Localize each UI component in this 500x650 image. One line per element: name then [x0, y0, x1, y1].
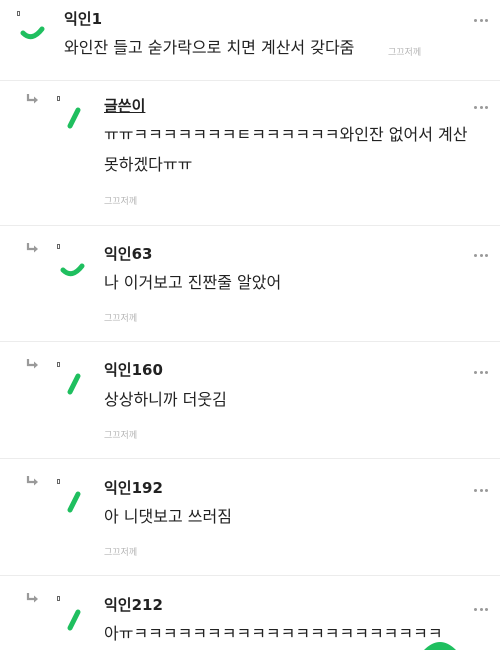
reply-item: 익인160 상상하니까 더웃김 그끄저께: [0, 341, 500, 459]
avatar-icon: [67, 609, 81, 631]
reply-arrow-icon: [26, 476, 38, 486]
comment-timestamp: 그끄저께: [104, 197, 138, 207]
commenter-name[interactable]: 익인1: [64, 8, 102, 29]
comment-timestamp: 그끄저께: [104, 548, 138, 558]
avatar-icon: [20, 26, 45, 40]
avatar-icon: [67, 491, 81, 513]
reply-arrow-icon: [26, 243, 38, 253]
comment-text-line-2: 못하겠다ㅠㅠ: [104, 155, 193, 174]
marker-icon: [57, 362, 60, 367]
avatar-icon: [67, 107, 81, 129]
reply-item: 익인212 아ㅠㅋㅋㅋㅋㅋㅋㅋㅋㅋㅋㅋㅋㅋㅋㅋㅋㅋㅋㅋㅋㅋ: [0, 575, 500, 650]
comment-timestamp: 그끄저께: [104, 314, 138, 324]
reply-item: 익인63 나 이거보고 진짠줄 알았어 그끄저께: [0, 225, 500, 342]
commenter-name[interactable]: 익인63: [104, 243, 152, 264]
comment-text: 아ㅠㅋㅋㅋㅋㅋㅋㅋㅋㅋㅋㅋㅋㅋㅋㅋㅋㅋㅋㅋㅋㅋ: [104, 624, 443, 643]
more-options-icon[interactable]: [474, 607, 488, 611]
avatar-icon: [60, 263, 85, 277]
comment-text: 아 니댓보고 쓰러짐: [104, 507, 232, 526]
commenter-name[interactable]: 글쓴이: [104, 95, 145, 116]
marker-icon: [57, 96, 60, 101]
more-options-icon[interactable]: [474, 105, 488, 109]
avatar-icon: [67, 373, 81, 395]
comment-text: 상상하니까 더웃김: [104, 390, 227, 409]
reply-item: 익인192 아 니댓보고 쓰러짐 그끄저께: [0, 458, 500, 576]
marker-icon: [57, 596, 60, 601]
comment-timestamp: 그끄저께: [388, 48, 422, 58]
more-options-icon[interactable]: [474, 253, 488, 257]
marker-icon: [57, 244, 60, 249]
comment-text-line-1: ㅠㅠㅋㅋㅋㅋㅋㅋㅋㅌㅋㅋㅋㅋㅋㅋ와인잔 없어서 계산: [104, 125, 468, 144]
comment-item: 익인1 와인잔 들고 숟가락으로 치면 계산서 갖다줌 그끄저께: [0, 0, 500, 80]
reply-item: 글쓴이 ㅠㅠㅋㅋㅋㅋㅋㅋㅋㅌㅋㅋㅋㅋㅋㅋ와인잔 없어서 계산 못하겠다ㅠㅠ 그끄…: [0, 80, 500, 226]
reply-arrow-icon: [26, 593, 38, 603]
scroll-button-edge[interactable]: [420, 638, 460, 650]
reply-arrow-icon: [26, 94, 38, 104]
reply-arrow-icon: [26, 359, 38, 369]
more-options-icon[interactable]: [474, 488, 488, 492]
comment-timestamp: 그끄저께: [104, 431, 138, 441]
more-options-icon[interactable]: [474, 370, 488, 374]
commenter-name[interactable]: 익인192: [104, 477, 163, 498]
marker-icon: [57, 479, 60, 484]
comment-text: 와인잔 들고 숟가락으로 치면 계산서 갖다줌: [64, 38, 355, 57]
comment-text: 나 이거보고 진짠줄 알았어: [104, 273, 282, 292]
commenter-name[interactable]: 익인160: [104, 359, 163, 380]
commenter-name[interactable]: 익인212: [104, 594, 163, 615]
more-options-icon[interactable]: [474, 18, 488, 22]
